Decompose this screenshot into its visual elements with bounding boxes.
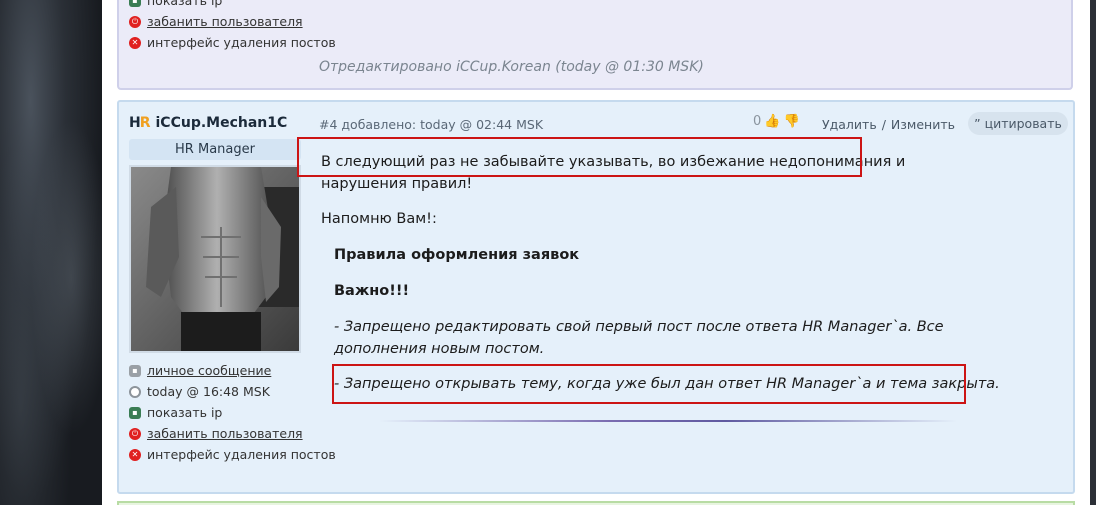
- monitor-icon: ▪: [129, 0, 141, 7]
- delete-link[interactable]: Удалить: [822, 117, 877, 132]
- edit-link[interactable]: Изменить: [891, 117, 955, 132]
- post-meta: #4 добавлено: today @ 02:44 MSK: [319, 117, 544, 132]
- monitor-icon: ▪: [129, 406, 141, 419]
- post-user-links: ▪ личное сообщение today @ 16:48 MSK ▪ п…: [129, 360, 336, 465]
- edited-note: Отредактировано iCCup.Korean (today @ 01…: [319, 59, 704, 75]
- quote-button[interactable]: ” цитировать: [968, 112, 1068, 135]
- show-ip-link[interactable]: ▪ показать ip: [129, 0, 336, 11]
- post-rating: 0 👍 👎: [753, 114, 800, 129]
- message-icon: ▪: [129, 364, 141, 377]
- power-icon: ⏻: [129, 427, 141, 440]
- highlight-box: [297, 137, 862, 177]
- forum-page: ▪ показать ip ⏻ забанить пользователя ✕ …: [102, 0, 1090, 505]
- close-circle-icon: ✕: [129, 36, 141, 49]
- thumbs-down-icon[interactable]: 👎: [783, 114, 799, 129]
- last-visit: today @ 16:48 MSK: [129, 381, 336, 402]
- highlight-box: [332, 364, 966, 404]
- background-art-right: [1090, 0, 1096, 505]
- power-icon: ⏻: [129, 15, 141, 28]
- forum-post: HR iCCup.Mechan1C HR Manager #4 добавлен…: [117, 100, 1075, 494]
- background-art-left: [0, 0, 102, 505]
- signature-divider: [379, 420, 957, 422]
- delete-posts-interface-link[interactable]: ✕ интерфейс удаления постов: [129, 32, 336, 53]
- rules-title: Правила оформления заявок: [334, 247, 580, 263]
- post-paragraph: Напомню Вам!:: [321, 211, 437, 227]
- avatar: [129, 165, 301, 353]
- rule-item: - Запрещено редактировать свой первый по…: [334, 319, 944, 357]
- post-actions: Удалить / Изменить: [822, 117, 955, 132]
- user-role-badge: HR Manager: [129, 139, 301, 160]
- delete-posts-interface-link[interactable]: ✕ интерфейс удаления постов: [129, 444, 336, 465]
- show-ip-link[interactable]: ▪ показать ip: [129, 402, 336, 423]
- author-name[interactable]: HR iCCup.Mechan1C: [129, 115, 287, 131]
- ban-user-link[interactable]: ⏻ забанить пользователя: [129, 423, 336, 444]
- previous-post-user-links: ▪ показать ip ⏻ забанить пользователя ✕ …: [129, 0, 336, 53]
- like-count: 0: [753, 114, 762, 129]
- next-post: [117, 501, 1075, 505]
- private-message-link[interactable]: ▪ личное сообщение: [129, 360, 336, 381]
- rules-important: Важно!!!: [334, 283, 410, 299]
- avatar-photo: [131, 167, 299, 351]
- close-circle-icon: ✕: [129, 448, 141, 461]
- clock-icon: [129, 385, 141, 398]
- thumbs-up-icon[interactable]: 👍: [764, 114, 780, 129]
- previous-post: ▪ показать ip ⏻ забанить пользователя ✕ …: [117, 0, 1073, 90]
- ban-user-link[interactable]: ⏻ забанить пользователя: [129, 11, 336, 32]
- hr-logo-icon: HR: [129, 115, 150, 131]
